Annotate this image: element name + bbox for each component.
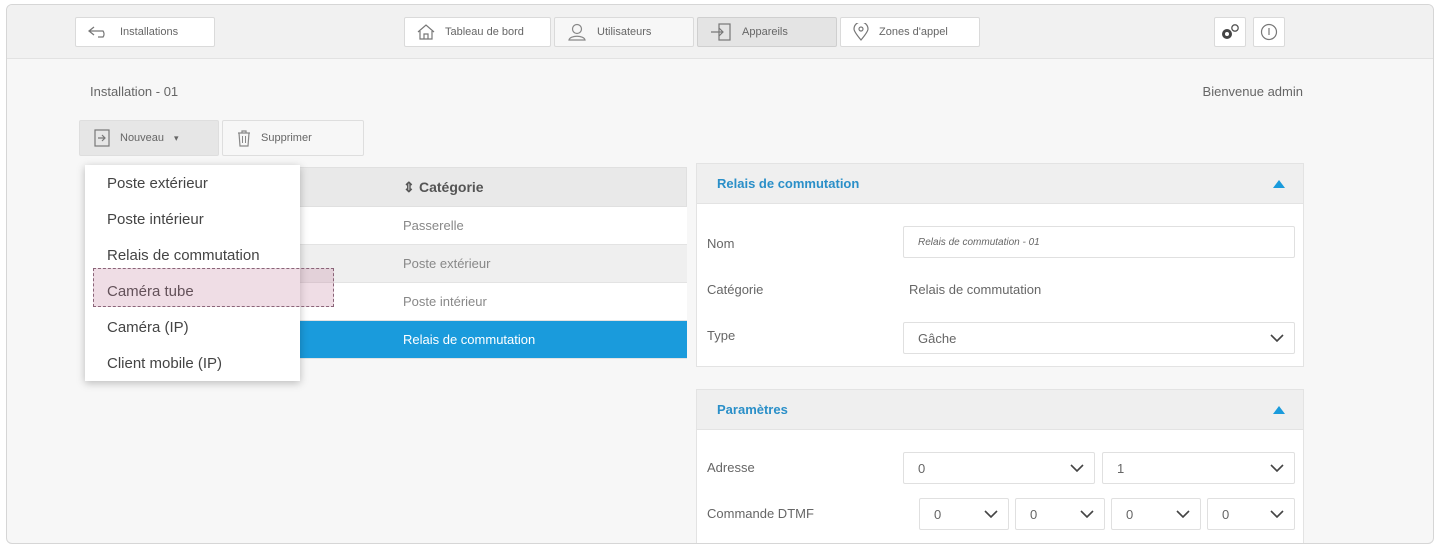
dtmf-select-2[interactable]: 0 bbox=[1015, 498, 1105, 530]
info-icon bbox=[1260, 23, 1278, 41]
menu-item-camera-ip[interactable]: Caméra (IP) bbox=[85, 309, 300, 345]
settings-button[interactable] bbox=[1214, 17, 1246, 47]
table-cell: Poste extérieur bbox=[403, 256, 491, 271]
type-select[interactable]: Gâche bbox=[903, 322, 1295, 354]
menu-item-poste-interieur[interactable]: Poste intérieur bbox=[85, 201, 300, 237]
chevron-down-icon bbox=[1270, 464, 1284, 472]
nom-value: Relais de commutation - 01 bbox=[918, 236, 1040, 248]
welcome-message: Bienvenue admin bbox=[1202, 84, 1303, 99]
adresse-select-2[interactable]: 1 bbox=[1102, 452, 1295, 484]
highlight-box bbox=[93, 268, 334, 307]
home-icon bbox=[417, 24, 435, 40]
select-value: 0 bbox=[1222, 506, 1230, 522]
chevron-down-icon bbox=[984, 510, 998, 518]
adresse-label: Adresse bbox=[707, 460, 755, 475]
categorie-label: Catégorie bbox=[707, 282, 764, 297]
caret-down-icon: ▾ bbox=[174, 132, 179, 143]
menu-item-client-mobile[interactable]: Client mobile (IP) bbox=[85, 345, 300, 381]
new-document-icon bbox=[94, 129, 110, 147]
nouveau-label: Nouveau bbox=[120, 132, 165, 144]
panel-header[interactable]: Paramètres bbox=[697, 390, 1303, 430]
breadcrumb: Installation - 01 bbox=[90, 84, 179, 99]
select-value: 0 bbox=[918, 460, 926, 476]
supprimer-button[interactable]: Supprimer bbox=[222, 120, 364, 156]
info-button[interactable] bbox=[1253, 17, 1285, 47]
tab-label: Appareils bbox=[742, 26, 788, 38]
panel-title: Relais de commutation bbox=[717, 176, 860, 191]
sort-icon[interactable]: ⇕ bbox=[403, 179, 415, 196]
app-window: Installations Tableau de bord Utilisateu… bbox=[6, 4, 1434, 544]
chevron-down-icon bbox=[1270, 334, 1284, 342]
select-value: 0 bbox=[934, 506, 942, 522]
chevron-down-icon bbox=[1270, 510, 1284, 518]
table-cell: Relais de commutation bbox=[403, 332, 536, 347]
type-label: Type bbox=[707, 328, 736, 343]
panel-header[interactable]: Relais de commutation bbox=[697, 164, 1303, 204]
settings-gears-icon bbox=[1220, 23, 1240, 41]
installations-label: Installations bbox=[120, 26, 179, 38]
back-arrow-icon bbox=[88, 26, 110, 38]
table-cell: Passerelle bbox=[403, 218, 464, 233]
tab-label: Utilisateurs bbox=[597, 26, 652, 38]
tab-appareils[interactable]: Appareils bbox=[697, 17, 837, 47]
dtmf-select-1[interactable]: 0 bbox=[919, 498, 1009, 530]
dtmf-label: Commande DTMF bbox=[707, 506, 814, 521]
dtmf-select-4[interactable]: 0 bbox=[1207, 498, 1295, 530]
tab-zones-appel[interactable]: Zones d'appel bbox=[840, 17, 980, 47]
installations-back-button[interactable]: Installations bbox=[75, 17, 215, 47]
select-value: 0 bbox=[1030, 506, 1038, 522]
nom-label: Nom bbox=[707, 236, 735, 251]
nouveau-button[interactable]: Nouveau ▾ bbox=[79, 120, 219, 156]
categorie-value: Relais de commutation bbox=[909, 282, 1042, 297]
tab-label: Zones d'appel bbox=[879, 26, 948, 38]
adresse-select-1[interactable]: 0 bbox=[903, 452, 1095, 484]
chevron-down-icon bbox=[1070, 464, 1084, 472]
select-value: 1 bbox=[1117, 460, 1125, 476]
top-navigation-bar: Installations Tableau de bord Utilisateu… bbox=[7, 5, 1433, 59]
location-pin-icon bbox=[853, 23, 869, 41]
select-value: 0 bbox=[1126, 506, 1134, 522]
chevron-down-icon bbox=[1176, 510, 1190, 518]
dtmf-select-3[interactable]: 0 bbox=[1111, 498, 1201, 530]
tab-label: Tableau de bord bbox=[445, 26, 524, 38]
tab-utilisateurs[interactable]: Utilisateurs bbox=[554, 17, 694, 47]
panel-relais-commutation: Relais de commutation Nom Relais de comm… bbox=[696, 163, 1304, 367]
type-value: Gâche bbox=[918, 330, 957, 346]
menu-item-poste-exterieur[interactable]: Poste extérieur bbox=[85, 165, 300, 201]
collapse-triangle-icon[interactable] bbox=[1273, 405, 1285, 414]
panel-parametres: Paramètres Adresse 0 1 Commande DTMF 0 0… bbox=[696, 389, 1304, 543]
user-icon bbox=[567, 23, 587, 41]
supprimer-label: Supprimer bbox=[261, 132, 312, 144]
nom-input[interactable]: Relais de commutation - 01 bbox=[903, 226, 1295, 258]
tab-tableau-de-bord[interactable]: Tableau de bord bbox=[404, 17, 551, 47]
trash-icon bbox=[237, 129, 251, 147]
chevron-down-icon bbox=[1080, 510, 1094, 518]
device-login-icon bbox=[710, 23, 732, 41]
collapse-triangle-icon[interactable] bbox=[1273, 179, 1285, 188]
panel-title: Paramètres bbox=[717, 402, 788, 417]
table-cell: Poste intérieur bbox=[403, 294, 487, 309]
column-header-categorie[interactable]: Catégorie bbox=[419, 179, 484, 195]
